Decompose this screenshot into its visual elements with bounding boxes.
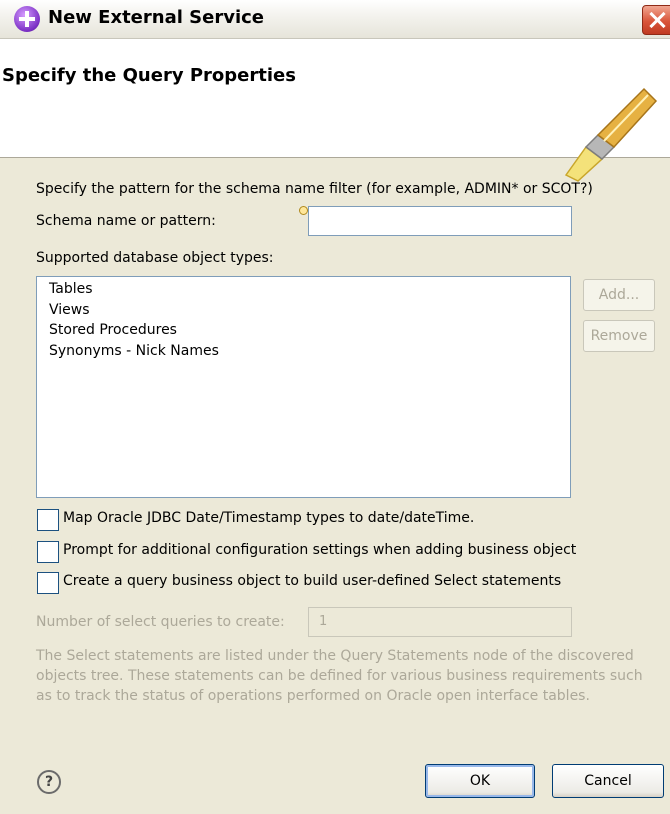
add-button[interactable]: Add... xyxy=(583,279,655,311)
object-types-label: Supported database object types: xyxy=(36,250,274,266)
cancel-button[interactable]: Cancel xyxy=(552,764,664,798)
schema-label: Schema name or pattern: xyxy=(36,213,216,229)
query-description: The Select statements are listed under t… xyxy=(36,648,643,704)
list-item[interactable]: Stored Procedures xyxy=(37,320,570,341)
app-plus-icon xyxy=(14,6,40,32)
prompt-config-checkbox[interactable] xyxy=(37,541,59,563)
object-types-list[interactable]: Tables Views Stored Procedures Synonyms … xyxy=(36,276,571,498)
map-date-checkbox[interactable] xyxy=(37,509,59,531)
list-item[interactable]: Tables xyxy=(37,279,570,300)
list-item[interactable]: Synonyms - Nick Names xyxy=(37,341,570,362)
close-button[interactable] xyxy=(642,5,670,35)
list-item[interactable]: Views xyxy=(37,300,570,321)
window-title: New External Service xyxy=(48,7,264,28)
ok-button[interactable]: OK xyxy=(425,764,535,798)
header-banner: Specify the Query Properties xyxy=(0,39,670,182)
query-count-input[interactable]: 1 xyxy=(308,607,572,637)
dialog: New External Service Specify the Query P… xyxy=(0,0,670,814)
map-date-label: Map Oracle JDBC Date/Timestamp types to … xyxy=(63,510,475,526)
prompt-config-label: Prompt for additional configuration sett… xyxy=(63,542,577,558)
help-icon[interactable]: ? xyxy=(37,770,61,794)
content-assist-bulb-icon xyxy=(299,206,308,215)
query-object-label: Create a query business object to build … xyxy=(63,573,562,589)
query-object-checkbox[interactable] xyxy=(37,572,59,594)
title-bar[interactable]: New External Service xyxy=(0,0,670,39)
wizard-brush-icon xyxy=(564,87,658,182)
remove-button[interactable]: Remove xyxy=(583,320,655,352)
query-count-label: Number of select queries to create: xyxy=(36,614,285,630)
schema-name-input[interactable] xyxy=(308,206,572,236)
page-title: Specify the Query Properties xyxy=(2,65,296,86)
filter-instruction: Specify the pattern for the schema name … xyxy=(36,181,593,197)
